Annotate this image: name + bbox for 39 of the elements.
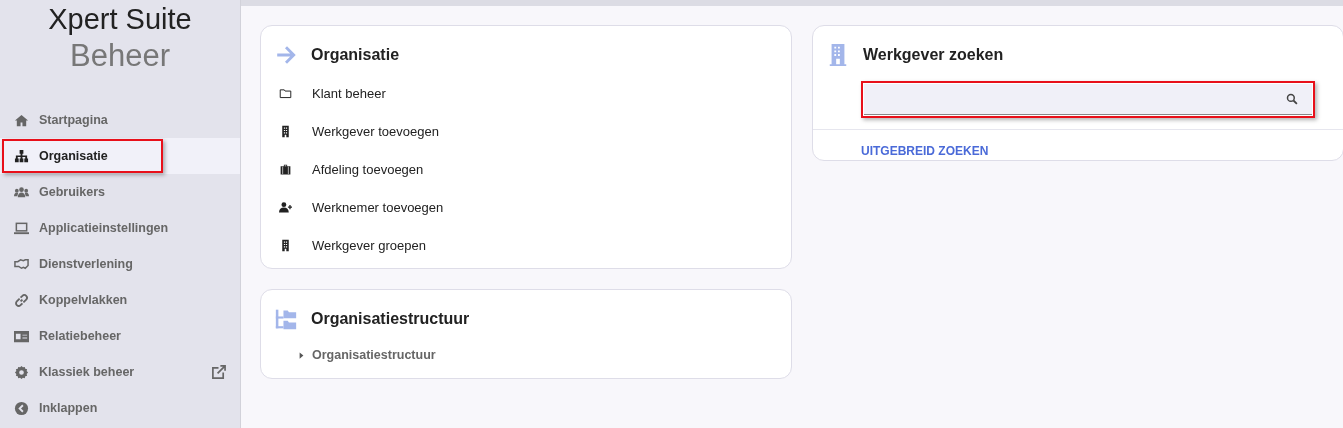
folder-icon	[279, 86, 292, 100]
app-title: Xpert Suite	[48, 2, 192, 36]
nav-item[interactable]: Startpagina	[0, 102, 240, 138]
building-icon	[279, 124, 292, 138]
nav-item[interactable]: Inklappen	[0, 390, 240, 426]
settings-icon	[14, 364, 29, 380]
card-title: Organisatie	[311, 45, 400, 64]
id-card-icon	[14, 328, 29, 344]
building-icon	[279, 238, 292, 252]
menu-link[interactable]: Afdeling toevoegen	[261, 150, 791, 188]
nav-item[interactable]: Organisatie	[0, 138, 240, 174]
app-subtitle: Beheer	[70, 37, 170, 75]
briefcase-icon	[279, 162, 292, 176]
nav-item[interactable]: Gebruikers	[0, 174, 240, 210]
menu-link[interactable]: Werkgever groepen	[261, 226, 791, 264]
handshake-icon	[14, 256, 29, 272]
laptop-icon	[14, 220, 29, 236]
card-title: Werkgever zoeken	[863, 45, 1004, 64]
menu-link[interactable]: Klant beheer	[261, 74, 791, 112]
link-icon	[14, 292, 29, 308]
folder-tree-icon	[275, 307, 297, 330]
building-icon	[827, 43, 849, 66]
users-icon	[14, 184, 29, 200]
card-title: Organisatiestructuur	[311, 309, 470, 328]
nav-item[interactable]: Dienstverlening	[0, 246, 240, 282]
nav-item[interactable]: Koppelvlakken	[0, 282, 240, 318]
menu-link[interactable]: Werkgever toevoegen	[261, 112, 791, 150]
external-link-icon[interactable]	[211, 364, 226, 380]
sitemap-icon	[14, 148, 29, 164]
search-icon[interactable]	[1286, 93, 1298, 105]
advanced-search-link[interactable]: UITGEBREID ZOEKEN	[861, 144, 989, 158]
nav-item[interactable]: Relatiebeheer	[0, 318, 240, 354]
nav-item[interactable]: Klassiek beheer	[0, 354, 240, 390]
nav-item[interactable]: Applicatieinstellingen	[0, 210, 240, 246]
tree-node[interactable]: Organisatiestructuur	[299, 348, 436, 362]
menu-link[interactable]: Werknemer toevoegen	[261, 188, 791, 226]
home-icon	[14, 112, 29, 128]
back-icon	[14, 400, 29, 416]
add-user-icon	[279, 200, 292, 214]
